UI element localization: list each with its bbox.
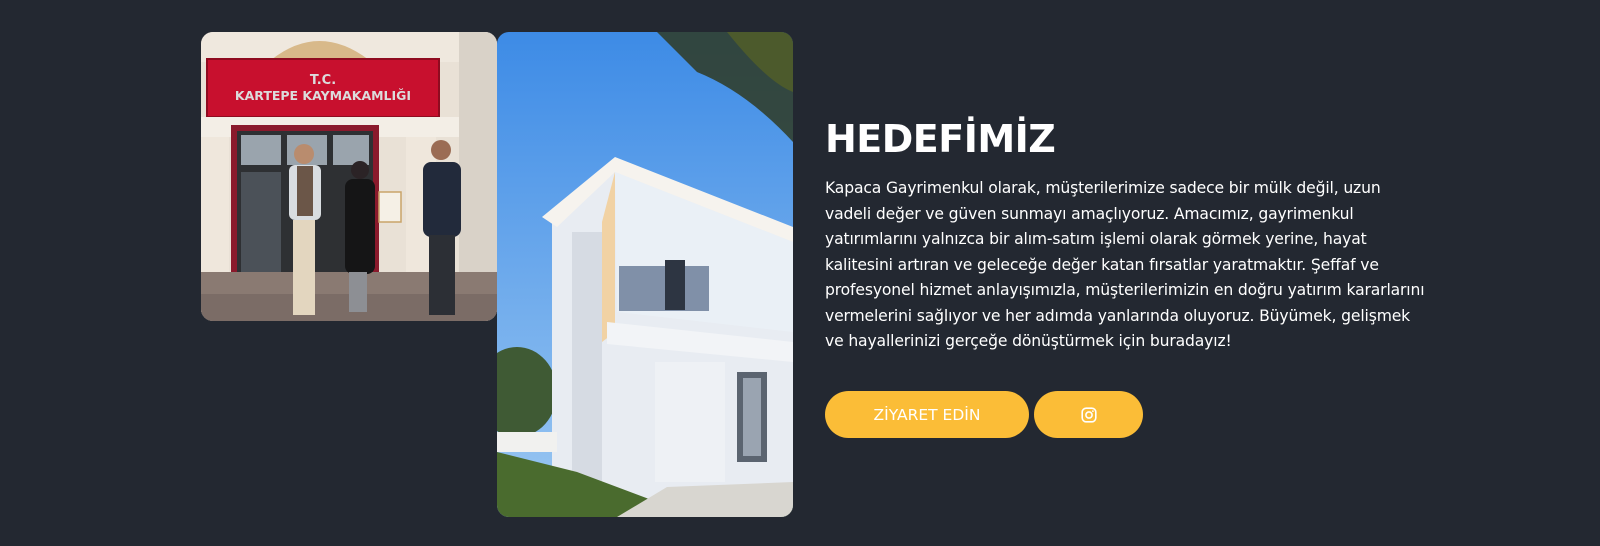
- office-photo: T.C. KARTEPE KAYMAKAMLIĞI: [201, 32, 497, 321]
- visit-button[interactable]: ZİYARET EDİN: [825, 391, 1029, 438]
- office-sign-line2: KARTEPE KAYMAKAMLIĞI: [235, 88, 411, 103]
- goal-section: HEDEFİMİZ Kapaca Gayrimenkul olarak, müş…: [825, 115, 1425, 355]
- office-sign-line1: T.C.: [310, 73, 336, 88]
- office-photo-image: T.C. KARTEPE KAYMAKAMLIĞI: [201, 32, 497, 321]
- section-title: HEDEFİMİZ: [825, 117, 1056, 161]
- house-photo-image: [497, 32, 793, 517]
- action-buttons: ZİYARET EDİN: [825, 391, 1143, 438]
- instagram-icon: [1080, 406, 1097, 423]
- instagram-button[interactable]: [1034, 391, 1143, 438]
- section-description: Kapaca Gayrimenkul olarak, müşterilerimi…: [825, 179, 1425, 350]
- house-photo: [497, 32, 793, 517]
